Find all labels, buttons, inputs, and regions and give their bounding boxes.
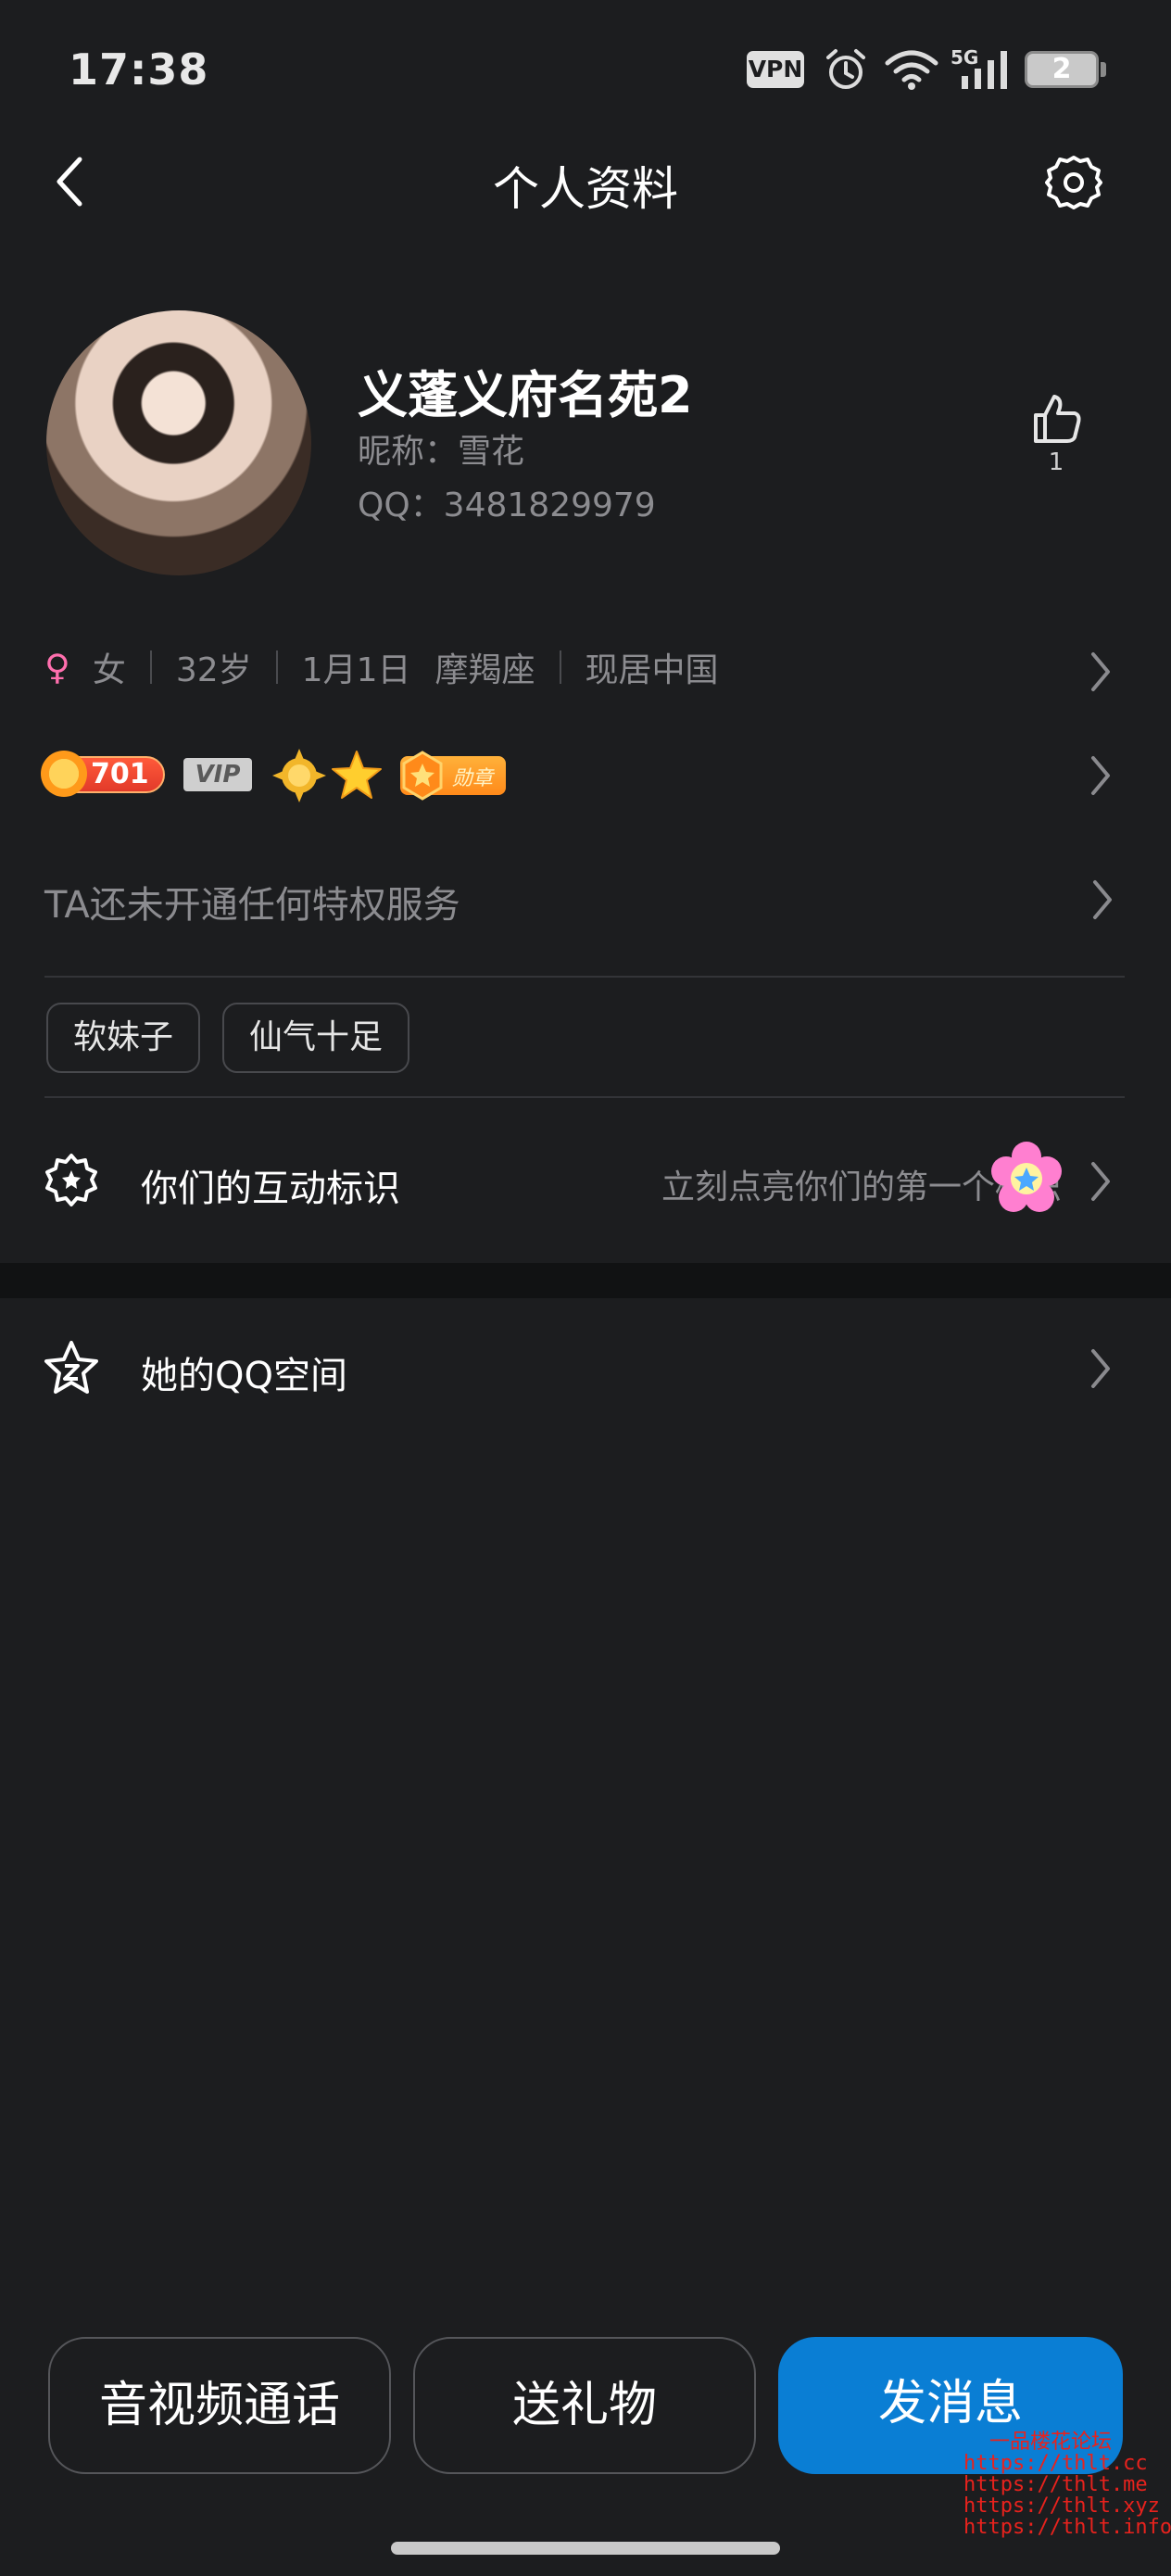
- qzone-star-icon: [44, 1341, 98, 1394]
- like-count: 1: [1048, 448, 1064, 476]
- location-text: 现居中国: [585, 651, 719, 689]
- chevron-right-icon[interactable]: [1088, 1345, 1114, 1392]
- signal-icon: [962, 51, 1007, 89]
- coin-icon: [41, 751, 87, 797]
- divider: [44, 1096, 1125, 1098]
- home-indicator[interactable]: [391, 2542, 780, 2555]
- watermark-line: https://thlt.info: [963, 2516, 1171, 2539]
- female-icon: ♀: [44, 647, 70, 688]
- display-name: 义蓬义府名苑2: [358, 366, 693, 424]
- alarm-icon: [826, 49, 865, 89]
- battery-indicator: 2: [1025, 51, 1099, 88]
- watermark-line: 一品楼花论坛: [988, 2431, 1112, 2454]
- page-title: 个人资料: [493, 162, 678, 216]
- qzone-label[interactable]: 她的QQ空间: [141, 1345, 347, 1399]
- battery-level: 2: [1051, 53, 1072, 85]
- basic-info-row[interactable]: ♀ 女 32岁 1月1日 摩羯座 现居中国: [44, 643, 719, 691]
- badge-star-icon: [45, 1154, 97, 1206]
- watermark-line: https://thlt.me: [963, 2473, 1148, 2496]
- divider: [44, 976, 1125, 978]
- vpn-badge: VPN: [747, 51, 804, 88]
- wifi-icon: [885, 50, 938, 90]
- battery-tip: [1101, 62, 1106, 77]
- vip-badge[interactable]: VIP: [183, 758, 252, 791]
- star-icon: [332, 751, 382, 799]
- send-gift-button[interactable]: 送礼物: [413, 2337, 756, 2474]
- qq-number: QQ：3481829979: [358, 486, 656, 524]
- watermark: 一品楼花论坛 https://thlt.cc https://thlt.me h…: [963, 2431, 1171, 2539]
- chevron-right-icon[interactable]: [1088, 649, 1114, 695]
- watermark-line: https://thlt.cc: [963, 2452, 1148, 2475]
- section-separator: [0, 1263, 1171, 1298]
- medal-label: 勋章: [452, 767, 494, 790]
- age-text: 32岁: [175, 651, 252, 689]
- medal-icon: [402, 751, 443, 801]
- nickname: 昵称：雪花: [358, 433, 525, 471]
- sun-icon: [272, 749, 326, 802]
- thumbs-up-icon[interactable]: [1028, 391, 1084, 447]
- gear-icon[interactable]: [1045, 154, 1102, 211]
- separator: [149, 650, 152, 684]
- profile-tag[interactable]: 仙气十足: [222, 1003, 409, 1073]
- separator: [275, 650, 278, 684]
- birthday-text: 1月1日: [301, 651, 411, 689]
- chevron-right-icon[interactable]: [1088, 1158, 1114, 1205]
- avatar[interactable]: [46, 310, 311, 575]
- zodiac-text: 摩羯座: [434, 651, 535, 689]
- separator: [559, 650, 561, 684]
- chevron-right-icon[interactable]: [1089, 877, 1115, 923]
- gender-text: 女: [92, 651, 126, 689]
- privilege-status[interactable]: TA还未开通任何特权服务: [44, 875, 460, 928]
- level-number: 701: [91, 758, 149, 790]
- chevron-right-icon[interactable]: [1088, 752, 1114, 799]
- video-call-button[interactable]: 音视频通话: [48, 2337, 391, 2474]
- watermark-line: https://thlt.xyz: [963, 2494, 1160, 2518]
- interaction-mark-label[interactable]: 你们的互动标识: [141, 1158, 400, 1212]
- status-time: 17:38: [69, 44, 209, 95]
- flower-icon: [991, 1142, 1062, 1212]
- profile-tag[interactable]: 软妹子: [46, 1003, 200, 1073]
